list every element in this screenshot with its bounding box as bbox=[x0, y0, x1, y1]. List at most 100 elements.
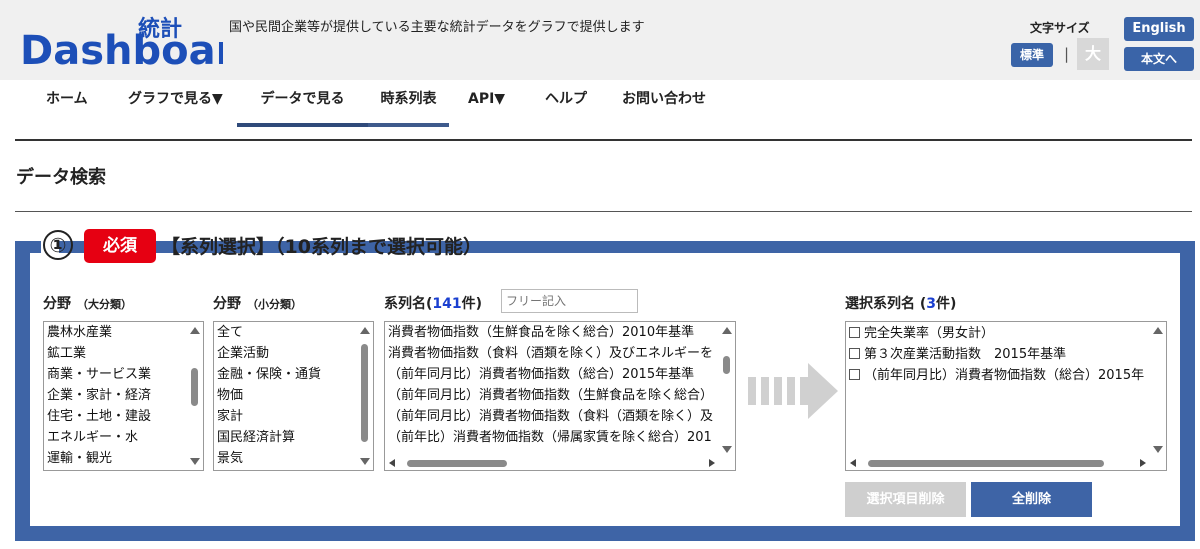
minor-category-item-label: 金融・保険・通貨 bbox=[217, 367, 322, 382]
major-category-item-label: 住宅・土地・建設 bbox=[47, 409, 152, 424]
series-item[interactable]: （前年同月比）消費者物価指数（食料（酒類を除く）及 bbox=[385, 406, 735, 427]
checkbox[interactable] bbox=[849, 327, 860, 338]
font-standard-button[interactable]: 標準 bbox=[1011, 43, 1053, 67]
nav-home[interactable]: ホーム bbox=[46, 80, 88, 127]
nav-contact[interactable]: お問い合わせ bbox=[622, 80, 706, 127]
major-category-item[interactable]: 農林水産業 bbox=[44, 322, 203, 343]
series-item[interactable]: （前年同月比）消費者物価指数（総合）2015年基準 bbox=[385, 364, 735, 385]
vertical-scrollbar[interactable] bbox=[719, 322, 735, 458]
scroll-up-icon[interactable] bbox=[722, 327, 732, 334]
selected-series-label: 選択系列名 (3件) bbox=[845, 296, 957, 312]
selected-series-item-label: 第３次産業活動指数 2015年基準 bbox=[864, 347, 1067, 362]
scroll-thumb[interactable] bbox=[407, 460, 507, 467]
scroll-up-icon[interactable] bbox=[360, 327, 370, 334]
major-category-item-label: 企業・家計・経済 bbox=[47, 388, 152, 403]
selected-series-list[interactable]: 完全失業率（男女計） 第３次産業活動指数 2015年基準 （前年同月比）消費者物価指… bbox=[845, 321, 1167, 471]
selected-series-item[interactable]: （前年同月比）消費者物価指数（総合）2015年 bbox=[846, 365, 1166, 386]
scroll-left-icon[interactable] bbox=[850, 459, 856, 467]
logo-text: Dashboard bbox=[20, 28, 223, 70]
minor-category-label: 分野 （小分類） bbox=[213, 296, 302, 312]
major-category-item[interactable]: 住宅・土地・建設 bbox=[44, 406, 203, 427]
series-item-label: （前年同月比）消費者物価指数（総合）2015年基準 bbox=[388, 367, 695, 382]
major-category-item-label: エネルギー・水 bbox=[47, 430, 139, 445]
selected-series-item[interactable]: 第３次産業活動指数 2015年基準 bbox=[846, 344, 1166, 365]
font-large-button[interactable]: 大 bbox=[1077, 38, 1109, 70]
scroll-right-icon[interactable] bbox=[1140, 459, 1146, 467]
series-item[interactable]: 消費者物価指数（食料（酒類を除く）及びエネルギーを bbox=[385, 343, 735, 364]
minor-category-item-label: 景気 bbox=[217, 451, 244, 466]
selected-series-item[interactable]: 完全失業率（男女計） bbox=[846, 323, 1166, 344]
minor-category-item-label: 家計 bbox=[217, 409, 244, 424]
minor-category-item[interactable]: 全て bbox=[214, 322, 373, 343]
horizontal-scrollbar[interactable] bbox=[385, 456, 719, 470]
nav-api[interactable]: API▼ bbox=[468, 80, 505, 127]
scroll-down-icon[interactable] bbox=[190, 458, 200, 465]
selected-count: 3 bbox=[926, 296, 937, 312]
minor-category-item[interactable]: 物価 bbox=[214, 385, 373, 406]
delete-all-button[interactable]: 全削除 bbox=[971, 482, 1092, 517]
page-title: データ検索 bbox=[16, 167, 106, 188]
major-category-item-label: 農林水産業 bbox=[47, 325, 113, 340]
vertical-scrollbar[interactable] bbox=[187, 322, 203, 470]
scroll-down-icon[interactable] bbox=[1153, 446, 1163, 453]
selected-series-item-label: 完全失業率（男女計） bbox=[864, 326, 995, 341]
major-category-label: 分野 （大分類） bbox=[43, 296, 132, 312]
scroll-up-icon[interactable] bbox=[1153, 327, 1163, 334]
vertical-scrollbar[interactable] bbox=[1150, 322, 1166, 458]
major-category-item[interactable]: エネルギー・水 bbox=[44, 427, 203, 448]
series-search-input[interactable] bbox=[501, 289, 638, 313]
scroll-thumb[interactable] bbox=[723, 356, 730, 374]
section-title: 【系列選択】（10系列まで選択可能） bbox=[161, 236, 482, 258]
move-right-arrow-icon bbox=[748, 363, 838, 419]
minor-category-item[interactable]: 景気 bbox=[214, 448, 373, 469]
scroll-up-icon[interactable] bbox=[190, 327, 200, 334]
english-button[interactable]: English bbox=[1124, 17, 1194, 41]
series-item-label: 消費者物価指数（食料（酒類を除く）及びエネルギーを bbox=[388, 346, 714, 361]
major-category-list[interactable]: 農林水産業鉱工業商業・サービス業企業・家計・経済 住宅・土地・建設 エネルギー・水運… bbox=[43, 321, 204, 471]
scroll-left-icon[interactable] bbox=[389, 459, 395, 467]
logo-kanji: 統計 bbox=[138, 16, 182, 42]
scroll-right-icon[interactable] bbox=[709, 459, 715, 467]
series-item[interactable]: 消費者物価指数（生鮮食品を除く総合）2010年基準 bbox=[385, 322, 735, 343]
scroll-thumb[interactable] bbox=[191, 368, 198, 406]
scroll-thumb[interactable] bbox=[361, 344, 368, 442]
skip-to-main-button[interactable]: 本文へ bbox=[1124, 47, 1194, 71]
major-category-item[interactable]: 商業・サービス業 bbox=[44, 364, 203, 385]
major-category-item[interactable]: 運輸・観光 bbox=[44, 448, 203, 469]
major-category-item-label: 運輸・観光 bbox=[47, 451, 113, 466]
scroll-down-icon[interactable] bbox=[722, 446, 732, 453]
major-category-item[interactable]: 企業・家計・経済 bbox=[44, 385, 203, 406]
series-item[interactable]: （前年同月比）消費者物価指数（生鮮食品を除く総合） bbox=[385, 385, 735, 406]
nav-help[interactable]: ヘルプ bbox=[545, 80, 587, 127]
site-tagline: 国や民間企業等が提供している主要な統計データをグラフで提供します bbox=[229, 20, 645, 35]
section-heading: ① 必須 【系列選択】（10系列まで選択可能） bbox=[41, 226, 482, 266]
series-list[interactable]: 消費者物価指数（生鮮食品を除く総合）2010年基準消費者物価指数（食料（酒類を除… bbox=[384, 321, 736, 471]
nav-graph[interactable]: グラフで見る▼ bbox=[128, 80, 223, 127]
minor-category-list[interactable]: 全て 企業活動金融・保険・通貨 物価家計国民経済計算景気 bbox=[213, 321, 374, 471]
step-number: ① bbox=[43, 230, 73, 260]
major-category-item[interactable]: 鉱工業 bbox=[44, 343, 203, 364]
nav-timeseries[interactable]: 時系列表 bbox=[368, 80, 449, 127]
series-item[interactable]: （前年比）消費者物価指数（帰属家賃を除く総合）201 bbox=[385, 427, 735, 448]
nav-data[interactable]: データで見る bbox=[237, 80, 368, 127]
minor-category-item[interactable]: 家計 bbox=[214, 406, 373, 427]
delete-selected-button[interactable]: 選択項目削除 bbox=[845, 482, 966, 517]
checkbox[interactable] bbox=[849, 348, 860, 359]
series-label: 系列名(141件) bbox=[384, 296, 483, 312]
main-nav: ホーム グラフで見る▼ データで見る 時系列表 API▼ ヘルプ お問い合わせ bbox=[0, 80, 1200, 127]
selected-series-item-label: （前年同月比）消費者物価指数（総合）2015年 bbox=[864, 368, 1145, 383]
minor-category-item-label: 物価 bbox=[217, 388, 244, 403]
minor-category-item[interactable]: 国民経済計算 bbox=[214, 427, 373, 448]
scroll-thumb[interactable] bbox=[868, 460, 1104, 467]
font-separator: | bbox=[1064, 45, 1070, 63]
site-logo[interactable]: Dashboard 統計 bbox=[18, 12, 223, 70]
checkbox[interactable] bbox=[849, 369, 860, 380]
vertical-scrollbar[interactable] bbox=[357, 322, 373, 470]
horizontal-scrollbar[interactable] bbox=[846, 456, 1150, 470]
series-item-label: 消費者物価指数（生鮮食品を除く総合）2010年基準 bbox=[388, 325, 695, 340]
scroll-down-icon[interactable] bbox=[360, 458, 370, 465]
minor-category-item[interactable]: 金融・保険・通貨 bbox=[214, 364, 373, 385]
divider bbox=[15, 211, 1192, 212]
major-category-item-label: 鉱工業 bbox=[47, 346, 87, 361]
minor-category-item[interactable]: 企業活動 bbox=[214, 343, 373, 364]
